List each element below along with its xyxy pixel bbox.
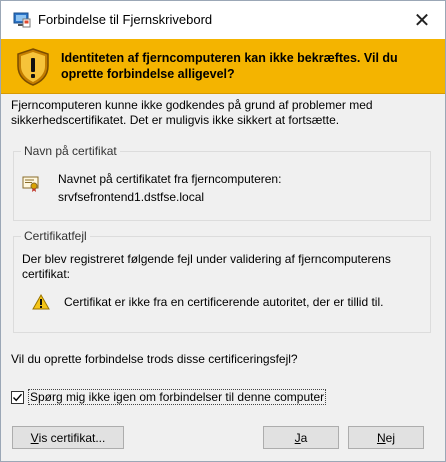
view-certificate-button[interactable]: Vis certifikat...: [12, 426, 124, 449]
error-description: Der blev registreret følgende fejl under…: [22, 252, 391, 281]
warning-banner: Identiteten af fjerncomputeren kan ikke …: [1, 39, 445, 94]
yes-button[interactable]: Ja: [263, 426, 339, 449]
banner-text: Identiteten af fjerncomputeren kan ikke …: [61, 51, 398, 81]
no-label: ej: [385, 430, 395, 445]
warning-triangle-icon: [32, 293, 50, 310]
no-button[interactable]: Nej: [348, 426, 424, 449]
certificate-name-label: Navnet på certifikatet fra fjerncomputer…: [58, 172, 282, 186]
remote-desktop-icon: [13, 12, 31, 28]
rdp-warning-dialog: Forbindelse til Fjernskrivebord ✕ Identi…: [0, 0, 446, 462]
intro-text: Fjerncomputeren kunne ikke godkendes på …: [11, 98, 373, 127]
certificate-error-group: Certifikatfejl Der blev registreret følg…: [13, 229, 431, 333]
view-certificate-mnemonic: V: [30, 430, 39, 445]
question-text: Vil du oprette forbindelse trods disse c…: [11, 352, 298, 366]
view-certificate-label: is certifikat...: [38, 430, 106, 445]
close-icon: ✕: [413, 9, 431, 32]
no-mnemonic: N: [376, 430, 386, 445]
certificate-group-legend: Navn på certifikat: [21, 144, 120, 158]
certificate-name-value: srvfsefrontend1.dstfse.local: [58, 190, 205, 204]
yes-label: a: [300, 430, 308, 445]
title-bar: Forbindelse til Fjernskrivebord ✕: [1, 1, 445, 39]
dont-ask-again-checkbox[interactable]: [11, 390, 24, 404]
error-item-text: Certifikat er ikke fra en certificerende…: [64, 295, 384, 309]
dont-ask-again-label[interactable]: Spørg mig ikke igen om forbindelser til …: [28, 389, 327, 405]
dont-ask-again-checkbox-row[interactable]: Spørg mig ikke igen om forbindelser til …: [11, 389, 327, 405]
warning-shield-icon: [15, 47, 51, 87]
close-button[interactable]: ✕: [399, 1, 445, 39]
window-title: Forbindelse til Fjernskrivebord: [38, 12, 213, 27]
certificate-icon: [22, 176, 40, 192]
error-group-legend: Certifikatfejl: [21, 229, 90, 243]
certificate-name-group: Navn på certifikat Navnet på certifikate…: [13, 144, 431, 221]
